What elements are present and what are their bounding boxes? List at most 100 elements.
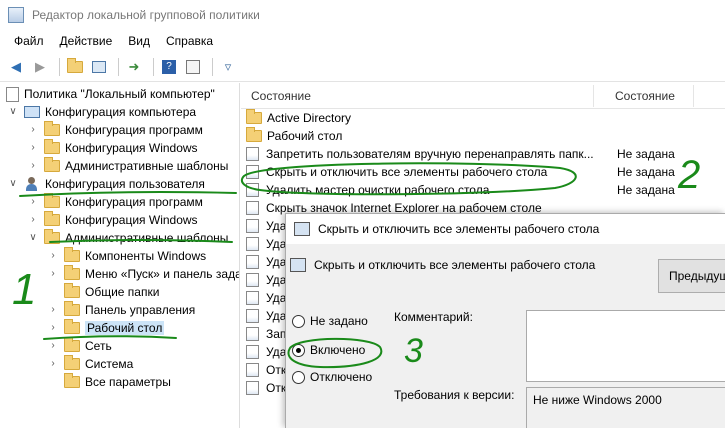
chevron-right-icon[interactable]: › — [48, 269, 58, 279]
folder-icon — [44, 229, 60, 244]
setting-state: Не задана — [617, 183, 675, 197]
menu-view[interactable]: Вид — [120, 34, 158, 48]
setting-name: Уда — [266, 291, 287, 305]
tree-root-label: Политика "Локальный компьютер" — [24, 87, 215, 101]
folder-icon — [44, 211, 60, 226]
list-item-setting[interactable]: Удалить мастер очистки рабочего стола Не… — [241, 181, 725, 199]
chevron-right-icon[interactable]: › — [28, 125, 38, 135]
chevron-right-icon[interactable]: › — [28, 161, 38, 171]
tree-admin-all-settings[interactable]: › Все параметры — [48, 373, 171, 391]
policy-setting-icon — [246, 237, 259, 251]
chevron-right-icon[interactable]: › — [48, 323, 58, 333]
tree-admin-start-menu[interactable]: › Меню «Пуск» и панель задач — [48, 265, 239, 283]
requirements-label: Требования к версии: — [394, 388, 515, 402]
chevron-down-icon[interactable]: ∨ — [28, 233, 38, 243]
folder-icon — [246, 109, 262, 124]
policy-setting-icon — [246, 219, 259, 233]
folder-icon — [44, 139, 60, 154]
chevron-right-icon[interactable]: › — [48, 341, 58, 351]
tree-admin-windows-components[interactable]: › Компоненты Windows — [48, 247, 206, 265]
policy-setting-icon — [246, 345, 259, 359]
radio-button[interactable] — [292, 343, 305, 357]
filter-icon[interactable]: ▿ — [218, 57, 238, 77]
back-icon[interactable]: ◀ — [6, 57, 26, 77]
tree-admin-network[interactable]: › Сеть — [48, 337, 112, 355]
dialog-title-bar: Скрыть и отключить все элементы рабочего… — [286, 214, 725, 244]
radio-button[interactable] — [292, 314, 305, 328]
policy-setting-icon — [246, 273, 259, 287]
menu-help[interactable]: Справка — [158, 34, 221, 48]
list-item-setting[interactable]: Запретить пользователям вручную перенапр… — [241, 145, 725, 163]
radio-disabled[interactable]: Отключено — [292, 368, 372, 386]
tree-item-label: Конфигурация программ — [65, 123, 203, 137]
tree-cc-windows[interactable]: › Конфигурация Windows — [28, 139, 198, 157]
policy-setting-icon — [246, 147, 259, 161]
menu-action[interactable]: Действие — [52, 34, 121, 48]
column-header-state[interactable]: Состояние — [615, 89, 675, 103]
properties-icon[interactable] — [183, 57, 203, 77]
tree-item-label: Административные шаблоны — [65, 159, 229, 173]
chevron-down-icon[interactable]: ∨ — [8, 107, 18, 117]
tree-admin-desktop[interactable]: › Рабочий стол — [48, 319, 165, 337]
up-folder-icon[interactable] — [65, 57, 85, 77]
previous-setting-button[interactable]: Предыдущ — [658, 259, 725, 293]
folder-icon — [44, 193, 60, 208]
tree-uc-windows[interactable]: › Конфигурация Windows — [28, 211, 198, 229]
column-header-name[interactable]: Состояние — [251, 89, 311, 103]
column-separator[interactable] — [593, 85, 594, 107]
tree-cc-admin[interactable]: › Административные шаблоны — [28, 157, 228, 175]
policy-document-icon — [6, 86, 19, 102]
setting-name: Отк — [266, 363, 287, 377]
chevron-right-icon[interactable]: › — [28, 215, 38, 225]
setting-state: Не задана — [617, 165, 675, 179]
setting-name: Уда — [266, 309, 287, 323]
chevron-right-icon[interactable]: › — [48, 305, 58, 315]
radio-not-configured[interactable]: Не задано — [292, 312, 368, 330]
policy-setting-icon — [246, 201, 259, 215]
tree-item-label: Конфигурация Windows — [65, 141, 198, 155]
comment-label: Комментарий: — [394, 310, 473, 324]
tree-item-label: Конфигурация пользователя — [45, 177, 205, 191]
chevron-right-icon[interactable]: › — [48, 251, 58, 261]
toolbar: ◀ ▶ ➜ ? ▿ — [0, 52, 725, 82]
policy-window-icon — [294, 222, 310, 236]
tree-root[interactable]: Политика "Локальный компьютер" — [6, 85, 215, 103]
tree-item-label: Компоненты Windows — [85, 249, 207, 263]
tree-cc-programs[interactable]: › Конфигурация программ — [28, 121, 203, 139]
title-bar: Редактор локальной групповой политики — [0, 0, 725, 30]
tree-item-label: Рабочий стол — [85, 321, 165, 335]
tree-admin-control-panel[interactable]: › Панель управления — [48, 301, 195, 319]
tree-admin-system[interactable]: › Система — [48, 355, 133, 373]
toolbar-separator — [118, 57, 119, 76]
chevron-right-icon[interactable]: › — [48, 359, 58, 369]
radio-label: Не задано — [310, 314, 368, 328]
tree-admin-shared-folders[interactable]: › Общие папки — [48, 283, 159, 301]
list-item-setting[interactable]: Скрыть и отключить все элементы рабочего… — [241, 163, 725, 181]
help-icon[interactable]: ? — [159, 57, 179, 77]
chevron-right-icon[interactable]: › — [28, 197, 38, 207]
folder-icon — [44, 157, 60, 172]
radio-enabled[interactable]: Включено — [292, 341, 365, 359]
menu-file[interactable]: Файл — [6, 34, 52, 48]
policy-setting-icon — [246, 165, 259, 179]
list-item-folder[interactable]: Active Directory — [241, 109, 725, 127]
tree-uc-admin[interactable]: ∨ Административные шаблоны — [28, 229, 228, 247]
list-item-folder[interactable]: Рабочий стол — [241, 127, 725, 145]
tree-uc-programs[interactable]: › Конфигурация программ — [28, 193, 203, 211]
tree-computer-config[interactable]: ∨ Конфигурация компьютера — [8, 103, 196, 121]
toolbar-separator — [153, 57, 154, 76]
forward-icon[interactable]: ▶ — [30, 57, 50, 77]
show-hide-tree-icon[interactable] — [89, 57, 109, 77]
comment-textarea[interactable] — [526, 310, 725, 382]
folder-icon — [64, 283, 80, 298]
tree-item-label: Сеть — [85, 339, 112, 353]
column-separator[interactable] — [693, 85, 694, 107]
policy-tree: Политика "Локальный компьютер" ∨ Конфигу… — [0, 83, 240, 428]
tree-item-label: Конфигурация компьютера — [45, 105, 197, 119]
chevron-right-icon[interactable]: › — [28, 143, 38, 153]
radio-button[interactable] — [292, 370, 305, 384]
export-icon[interactable]: ➜ — [124, 57, 144, 77]
setting-name: Уда — [266, 219, 287, 233]
chevron-down-icon[interactable]: ∨ — [8, 179, 18, 189]
tree-user-config[interactable]: ∨ Конфигурация пользователя — [8, 175, 205, 193]
